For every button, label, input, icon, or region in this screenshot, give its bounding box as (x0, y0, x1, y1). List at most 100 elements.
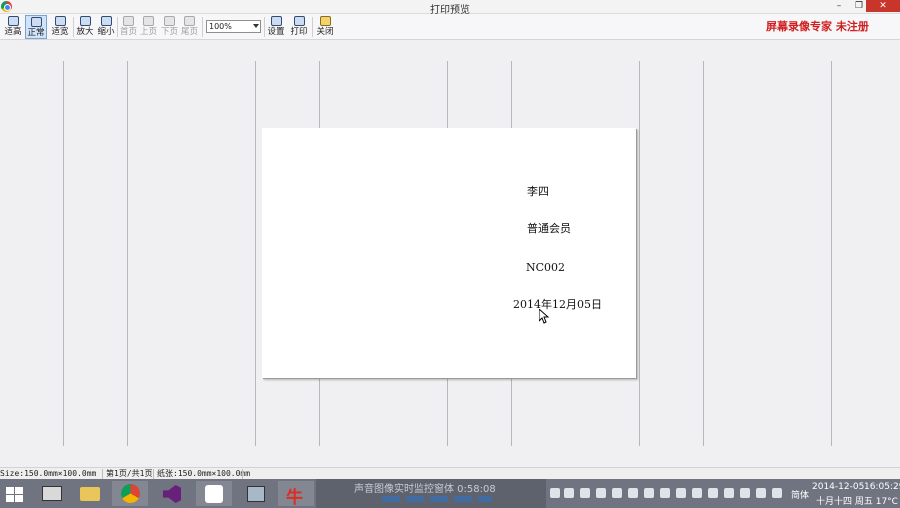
recorder-monitor-window[interactable]: 声音图像实时监控窗体 0:58:08 (316, 479, 546, 508)
ime-indicator[interactable]: 简体 (791, 488, 809, 501)
network-icon[interactable] (772, 488, 782, 498)
tray-app-icon[interactable] (644, 488, 654, 498)
status-paper: 纸张:150.0mm×100.0mm (157, 469, 251, 478)
page-guide-line (255, 61, 256, 446)
taskbar-app-chrome[interactable] (112, 481, 148, 506)
prev-page-button[interactable]: 上页 (139, 15, 158, 39)
member-id: NC002 (526, 261, 566, 274)
tray-app-icon[interactable] (692, 488, 702, 498)
recorder-progress (382, 496, 492, 502)
toolbar-separator (202, 17, 203, 37)
fit-height-label: 适高 (4, 27, 22, 37)
next-page-button[interactable]: 下页 (160, 15, 179, 39)
fit-width-icon (54, 16, 66, 26)
clock-date[interactable]: 2014-12-05 (812, 482, 864, 492)
tray-app-icon[interactable] (564, 488, 574, 498)
normal-view-button[interactable]: 正常 (25, 15, 47, 39)
title-bar: 打印预览 – ❐ ✕ (0, 0, 900, 16)
file-cabinet-icon (42, 486, 62, 501)
taskbar-app-explorer[interactable] (72, 481, 108, 506)
normal-view-icon (30, 17, 42, 27)
print-page: 李四 普通会员 NC002 2014年12月05日 (262, 128, 636, 378)
last-page-button[interactable]: 尾页 (180, 15, 199, 39)
first-page-button[interactable]: 首页 (119, 15, 138, 39)
first-page-icon (123, 16, 134, 26)
next-page-icon (164, 16, 175, 26)
printer-icon (293, 16, 305, 26)
close-preview-button[interactable]: 关闭 (315, 15, 335, 39)
chevron-down-icon (253, 24, 259, 28)
status-bar: Size:150.0mm×100.0mm 第1页/共1页 纸张:150.0mm×… (0, 467, 900, 479)
chrome-icon (121, 484, 140, 503)
fit-height-button[interactable]: 适高 (3, 15, 23, 39)
toolbar-separator (264, 17, 265, 37)
taskbar-app-niu[interactable]: 牛 (278, 481, 314, 508)
tray-app-icon[interactable] (612, 488, 622, 498)
taskbar-app-visual-studio[interactable] (154, 481, 190, 506)
tray-app-icon[interactable] (580, 488, 590, 498)
page-guide-line (639, 61, 640, 446)
tray-app-icon[interactable] (676, 488, 686, 498)
tray-app-icon[interactable] (596, 488, 606, 498)
print-label: 打印 (290, 27, 308, 37)
clock-weekday-weather[interactable]: 十月十四 周五 17°C (816, 494, 898, 507)
visual-studio-icon (163, 485, 181, 503)
page-guide-line (63, 61, 64, 446)
next-page-label: 下页 (160, 27, 178, 37)
page-guide-line (831, 61, 832, 446)
status-divider (242, 469, 243, 479)
status-divider (153, 469, 154, 479)
edit-icon (205, 485, 223, 503)
niu-icon: 牛 (286, 488, 303, 508)
taskbar-app-tools[interactable] (238, 481, 274, 506)
recorder-brand-text: 屏幕录像专家 未注册 (766, 20, 869, 33)
zoom-out-label: 缩小 (97, 27, 115, 37)
status-size: Size:150.0mm×100.0mm (0, 469, 97, 478)
taskbar-app-cabinet[interactable] (34, 481, 70, 506)
page-guide-line (703, 61, 704, 446)
print-button[interactable]: 打印 (289, 15, 309, 39)
mouse-cursor-icon (538, 307, 550, 327)
printer-settings-icon (270, 16, 282, 26)
fit-width-label: 适宽 (51, 27, 69, 37)
preview-canvas[interactable]: 李四 普通会员 NC002 2014年12月05日 (0, 41, 900, 467)
minimize-button[interactable]: – (828, 0, 850, 12)
start-button[interactable] (0, 481, 30, 506)
zoom-out-button[interactable]: 缩小 (96, 15, 116, 39)
member-type: 普通会员 (527, 222, 571, 235)
close-folder-icon (319, 16, 331, 26)
zoom-in-icon (79, 16, 91, 26)
zoom-in-button[interactable]: 放大 (75, 15, 95, 39)
tray-app-icon[interactable] (550, 488, 560, 498)
member-name: 李四 (527, 185, 549, 198)
zoom-in-label: 放大 (76, 27, 94, 37)
toolbar-separator (312, 17, 313, 37)
close-preview-label: 关闭 (316, 27, 334, 37)
zoom-select[interactable]: 100% (206, 20, 261, 33)
windows-start-icon (6, 487, 23, 502)
volume-icon[interactable] (756, 488, 766, 498)
last-page-label: 尾页 (180, 27, 198, 37)
zoom-value: 100% (209, 22, 232, 31)
status-page: 第1页/共1页 (106, 469, 153, 478)
recorder-status-text: 声音图像实时监控窗体 0:58:08 (354, 484, 496, 495)
fit-width-button[interactable]: 适宽 (49, 15, 71, 39)
tray-app-icon[interactable] (628, 488, 638, 498)
printer-settings-button[interactable]: 设置 (266, 15, 286, 39)
tray-app-icon[interactable] (660, 488, 670, 498)
taskbar-app-editor[interactable] (196, 481, 232, 506)
folder-icon (80, 487, 100, 501)
printer-settings-label: 设置 (267, 27, 285, 37)
toolbar-separator (73, 17, 74, 37)
tray-app-icon[interactable] (724, 488, 734, 498)
issue-date: 2014年12月05日 (513, 298, 602, 311)
tray-app-icon[interactable] (708, 488, 718, 498)
clock-time[interactable]: 16:05:29 (864, 482, 900, 492)
signal-icon[interactable] (740, 488, 750, 498)
first-page-label: 首页 (119, 27, 137, 37)
toolbar-separator (117, 17, 118, 37)
tools-icon (247, 486, 265, 502)
close-window-button[interactable]: ✕ (866, 0, 900, 12)
normal-view-label: 正常 (27, 28, 45, 38)
last-page-icon (184, 16, 195, 26)
